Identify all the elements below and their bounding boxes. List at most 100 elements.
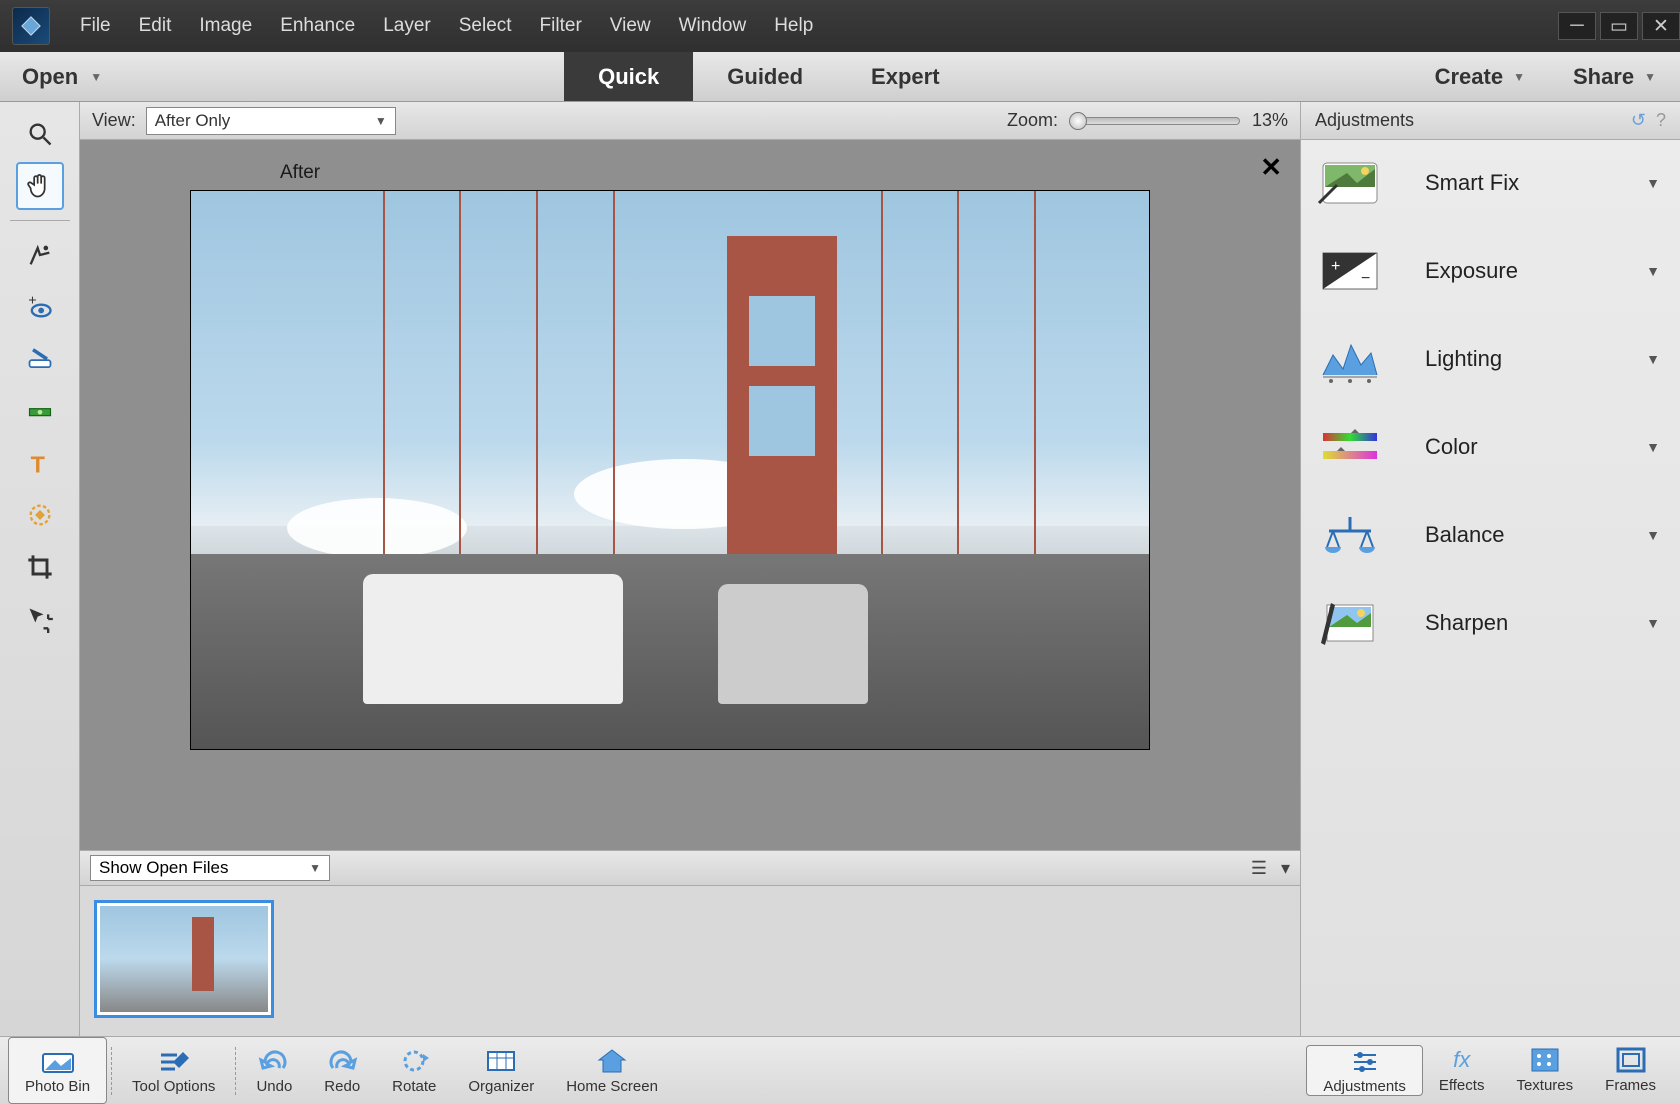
close-button[interactable]: ✕ (1642, 12, 1680, 40)
menu-enhance[interactable]: Enhance (280, 15, 355, 37)
minimize-button[interactable]: ─ (1558, 12, 1596, 40)
help-icon[interactable]: ? (1656, 110, 1666, 131)
exposure-icon: +− (1315, 246, 1385, 296)
adjustment-label: Exposure (1425, 258, 1606, 284)
menu-edit[interactable]: Edit (139, 15, 172, 37)
adjustments-title: Adjustments (1315, 110, 1414, 131)
textures-icon (1528, 1045, 1562, 1075)
menu-view[interactable]: View (610, 15, 651, 37)
close-document-button[interactable]: ✕ (1260, 152, 1282, 183)
menu-help[interactable]: Help (774, 15, 813, 37)
mode-tabs: Quick Guided Expert (564, 52, 973, 101)
effects-tab-button[interactable]: fx Effects (1423, 1045, 1501, 1094)
adjustment-exposure[interactable]: +− Exposure ▼ (1315, 246, 1666, 296)
view-dropdown[interactable]: After Only ▼ (146, 107, 396, 135)
photo-bin-button[interactable]: Photo Bin (8, 1037, 107, 1104)
adjustments-icon (1348, 1046, 1382, 1076)
zoom-slider[interactable] (1070, 117, 1240, 125)
adjustment-label: Lighting (1425, 346, 1606, 372)
bottom-label: Home Screen (566, 1078, 658, 1095)
menu-window[interactable]: Window (679, 15, 747, 37)
open-button[interactable]: Open ▼ (0, 52, 124, 101)
tab-expert[interactable]: Expert (837, 52, 973, 101)
home-icon (595, 1046, 629, 1076)
chevron-down-icon: ▼ (1644, 70, 1656, 84)
menu-filter[interactable]: Filter (540, 15, 582, 37)
adjustments-tab-button[interactable]: Adjustments (1306, 1045, 1423, 1096)
tool-options-icon (157, 1046, 191, 1076)
adjustment-smart-fix[interactable]: Smart Fix ▼ (1315, 158, 1666, 208)
bottom-label: Adjustments (1323, 1078, 1406, 1095)
organizer-button[interactable]: Organizer (452, 1037, 550, 1104)
bottom-label: Textures (1516, 1077, 1573, 1094)
canvas-area: ✕ After (80, 140, 1300, 850)
bottom-label: Organizer (468, 1078, 534, 1095)
bottom-divider (235, 1047, 236, 1095)
open-label: Open (22, 64, 78, 90)
create-button[interactable]: Create ▼ (1411, 52, 1549, 101)
maximize-button[interactable]: ▭ (1600, 12, 1638, 40)
sharpen-icon (1315, 598, 1385, 648)
tool-options-button[interactable]: Tool Options (116, 1037, 231, 1104)
undo-button[interactable]: Undo (240, 1037, 308, 1104)
chevron-down-icon: ▼ (1513, 70, 1525, 84)
effects-icon: fx (1445, 1045, 1479, 1075)
view-bar: View: After Only ▼ Zoom: 13% (80, 102, 1300, 140)
adjustments-header: Adjustments ↺ ? (1301, 102, 1680, 140)
type-tool[interactable]: T (16, 439, 64, 487)
app-icon (12, 7, 50, 45)
left-toolbar: + T (0, 102, 80, 1036)
bottom-label: Photo Bin (25, 1078, 90, 1095)
main-area: + T View: After Only ▼ Zoom: 13% ✕ After (0, 102, 1680, 1036)
tab-guided[interactable]: Guided (693, 52, 837, 101)
move-tool[interactable] (16, 595, 64, 643)
whiten-teeth-tool[interactable] (16, 335, 64, 383)
bin-dropdown[interactable]: Show Open Files ▼ (90, 855, 330, 881)
quick-selection-tool[interactable] (16, 231, 64, 279)
toolbar-divider (10, 220, 70, 221)
adjustment-sharpen[interactable]: Sharpen ▼ (1315, 598, 1666, 648)
frames-tab-button[interactable]: Frames (1589, 1045, 1672, 1094)
textures-tab-button[interactable]: Textures (1500, 1045, 1589, 1094)
bin-list-icon[interactable]: ☰ (1251, 858, 1267, 879)
chevron-down-icon: ▼ (1646, 439, 1660, 455)
rotate-button[interactable]: Rotate (376, 1037, 452, 1104)
tab-quick[interactable]: Quick (564, 52, 693, 101)
adjustment-lighting[interactable]: Lighting ▼ (1315, 334, 1666, 384)
adjustment-label: Balance (1425, 522, 1606, 548)
hand-tool[interactable] (16, 162, 64, 210)
spot-healing-tool[interactable] (16, 491, 64, 539)
reset-icon[interactable]: ↺ (1631, 110, 1646, 131)
share-button[interactable]: Share ▼ (1549, 52, 1680, 101)
zoom-group: Zoom: 13% (1007, 110, 1288, 131)
bottom-bar: Photo Bin Tool Options Undo Redo Rotate … (0, 1036, 1680, 1104)
redeye-tool[interactable]: + (16, 283, 64, 331)
bottom-divider (111, 1047, 112, 1095)
frames-icon (1614, 1045, 1648, 1075)
photo-thumbnail[interactable] (94, 900, 274, 1018)
adjustments-list: Smart Fix ▼ +− Exposure ▼ Lighting ▼ Col… (1301, 140, 1680, 666)
home-screen-button[interactable]: Home Screen (550, 1037, 674, 1104)
adjustment-balance[interactable]: Balance ▼ (1315, 510, 1666, 560)
chevron-down-icon: ▼ (1646, 263, 1660, 279)
redo-button[interactable]: Redo (308, 1037, 376, 1104)
document-canvas[interactable] (190, 190, 1150, 750)
after-label: After (280, 162, 320, 184)
menu-file[interactable]: File (80, 15, 111, 37)
chevron-down-icon: ▼ (309, 861, 321, 875)
balance-icon (1315, 510, 1385, 560)
menu-image[interactable]: Image (199, 15, 252, 37)
chevron-down-icon: ▼ (90, 70, 102, 84)
menu-select[interactable]: Select (459, 15, 512, 37)
bin-dropdown-value: Show Open Files (99, 858, 228, 878)
adjustment-label: Smart Fix (1425, 170, 1606, 196)
straighten-tool[interactable] (16, 387, 64, 435)
crop-tool[interactable] (16, 543, 64, 591)
adjustment-color[interactable]: Color ▼ (1315, 422, 1666, 472)
zoom-tool[interactable] (16, 110, 64, 158)
zoom-slider-thumb[interactable] (1069, 112, 1087, 130)
bin-collapse-icon[interactable]: ▾ (1281, 858, 1290, 879)
bottom-label: Frames (1605, 1077, 1656, 1094)
lighting-icon (1315, 334, 1385, 384)
menu-layer[interactable]: Layer (383, 15, 431, 37)
